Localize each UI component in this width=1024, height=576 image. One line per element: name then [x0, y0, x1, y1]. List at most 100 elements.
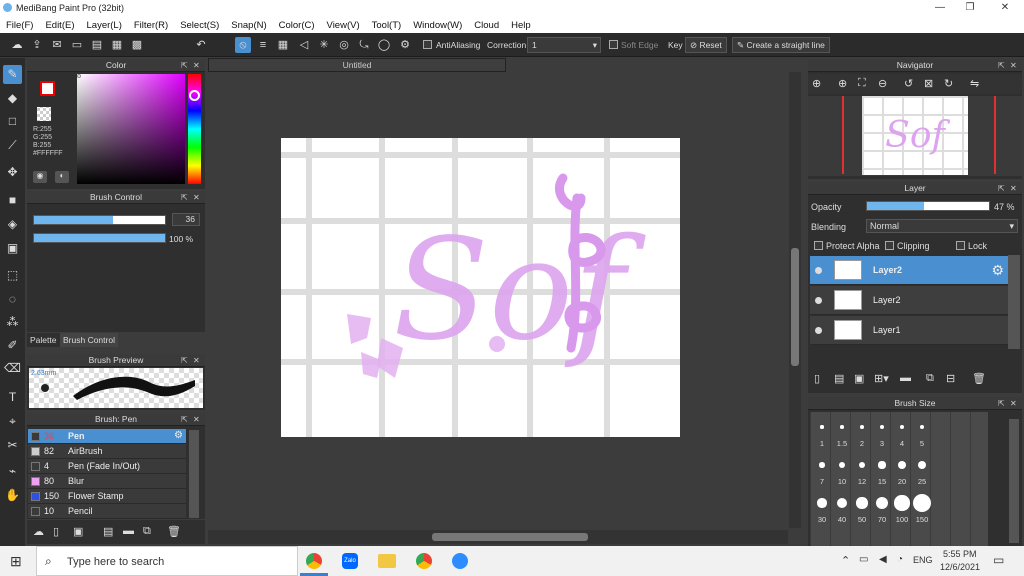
- straight-line-button[interactable]: ✎ Create a straight line: [732, 37, 830, 53]
- rotate-left-icon[interactable]: ↺: [904, 77, 913, 90]
- lasso-tool-icon[interactable]: ◌: [3, 290, 22, 309]
- duplicate-layer-icon[interactable]: ⧉: [926, 372, 934, 385]
- brush-size-scrollbar[interactable]: [1009, 419, 1019, 543]
- menu-snap[interactable]: Snap(N): [225, 20, 272, 31]
- menu-view[interactable]: View(V): [321, 20, 366, 31]
- brush-list-item[interactable]: 10 Pencil: [28, 504, 186, 519]
- zoom-out-icon[interactable]: ⊖: [878, 77, 887, 90]
- document-icon[interactable]: ▤: [89, 37, 105, 53]
- cloud-icon[interactable]: ☁: [9, 37, 25, 53]
- menu-edit[interactable]: Edit(E): [39, 20, 80, 31]
- brush-size-dot[interactable]: [860, 425, 864, 429]
- tab-brush-control[interactable]: Brush Control: [60, 333, 118, 347]
- battery-icon[interactable]: ▭: [859, 554, 868, 565]
- zoom-app-icon[interactable]: [452, 553, 468, 569]
- menu-filter[interactable]: Filter(R): [128, 20, 174, 31]
- delete-layer-icon[interactable]: 🗑: [972, 372, 986, 385]
- brush-size-slider[interactable]: [33, 215, 166, 225]
- main-color-swatch[interactable]: [40, 81, 55, 96]
- brush-list-item[interactable]: 150 Flower Stamp: [28, 489, 186, 504]
- undock-icon[interactable]: ⇱: [181, 413, 188, 426]
- undock-icon[interactable]: ⇱: [181, 59, 188, 72]
- eyedropper-icon[interactable]: ⌁: [3, 462, 22, 481]
- gear-icon[interactable]: ⚙: [174, 430, 183, 441]
- parallel-snap-icon[interactable]: ≡: [255, 37, 271, 53]
- brush-size-dot[interactable]: [819, 462, 825, 468]
- transparent-swatch[interactable]: [37, 107, 51, 121]
- text-tool-icon[interactable]: T: [3, 388, 22, 407]
- brush-list-item[interactable]: 36 Pen ⚙: [28, 429, 186, 444]
- duplicate-icon[interactable]: ⧉: [143, 525, 151, 538]
- zoom-icon[interactable]: ⊕: [812, 77, 821, 90]
- brush-size-dot[interactable]: [820, 425, 824, 429]
- undock-icon[interactable]: ⇱: [181, 354, 188, 367]
- gear-icon[interactable]: ⚙: [991, 262, 1004, 279]
- hue-handle[interactable]: [189, 90, 200, 101]
- tab-untitled[interactable]: Untitled: [208, 58, 506, 72]
- brush-size-dot[interactable]: [894, 495, 910, 511]
- palette-icon[interactable]: ◉: [33, 171, 47, 183]
- color-mode-icon[interactable]: ◐: [55, 171, 69, 183]
- layer-row[interactable]: Layer2: [810, 286, 1008, 315]
- line-tool-icon[interactable]: ⟋: [3, 136, 22, 155]
- menu-tool[interactable]: Tool(T): [366, 20, 408, 31]
- vscroll-thumb[interactable]: [791, 248, 799, 366]
- wifi-icon[interactable]: ◔: [897, 554, 903, 565]
- file-explorer-icon[interactable]: [378, 554, 396, 568]
- maximize-button[interactable]: ❐: [955, 1, 985, 15]
- undock-icon[interactable]: ⇱: [181, 191, 188, 204]
- divide-tool-icon[interactable]: ✂: [3, 436, 22, 455]
- layer-row[interactable]: Layer2 ⚙: [810, 256, 1008, 285]
- taskbar-search[interactable]: ⌕ Type here to search: [36, 546, 298, 576]
- cloud-brush-icon[interactable]: ☁: [33, 525, 44, 538]
- lock-checkbox[interactable]: [956, 241, 965, 250]
- menu-cloud[interactable]: Cloud: [468, 20, 505, 31]
- close-panel-icon[interactable]: ✕: [193, 413, 200, 426]
- snap-settings-icon[interactable]: ⚙: [397, 37, 413, 53]
- move-tool-icon[interactable]: ✥: [3, 163, 22, 182]
- notification-icon[interactable]: ▭: [993, 553, 1004, 567]
- windows-start-icon[interactable]: ⊞: [10, 553, 22, 570]
- menu-layer[interactable]: Layer(L): [81, 20, 128, 31]
- layer-scrollbar[interactable]: [1008, 255, 1020, 349]
- rotate-right-icon[interactable]: ↻: [944, 77, 953, 90]
- zalo-icon[interactable]: Zalo: [342, 553, 358, 569]
- zoom-in-icon[interactable]: ⊕: [838, 77, 847, 90]
- clock-time[interactable]: 5:55 PM: [943, 549, 977, 559]
- flip-icon[interactable]: ⇋: [970, 77, 979, 90]
- circle-snap-icon[interactable]: ◯: [376, 37, 392, 53]
- saturation-value-picker[interactable]: [77, 74, 185, 184]
- reset-view-icon[interactable]: ⊠: [924, 77, 933, 90]
- share-icon[interactable]: ⇪: [29, 37, 45, 53]
- chrome-icon-2[interactable]: [416, 553, 432, 569]
- sv-cursor[interactable]: [77, 74, 81, 78]
- merge-layer-icon[interactable]: ⊟: [946, 372, 955, 385]
- brush-opacity-slider[interactable]: [33, 233, 166, 243]
- tab-palette[interactable]: Palette: [27, 333, 60, 347]
- grid-snap-icon[interactable]: ▦: [275, 37, 291, 53]
- menu-color[interactable]: Color(C): [273, 20, 321, 31]
- undock-icon[interactable]: ⇱: [998, 182, 1005, 195]
- select-eraser-icon[interactable]: ⌫: [3, 359, 22, 378]
- new-8bit-layer-icon[interactable]: ▣: [854, 372, 864, 385]
- brush-list-item[interactable]: 80 Blur: [28, 474, 186, 489]
- chrome-icon[interactable]: [306, 553, 322, 569]
- select-pen-icon[interactable]: ✐: [3, 336, 22, 355]
- bucket-tool-icon[interactable]: ◈: [3, 215, 22, 234]
- undock-icon[interactable]: ⇱: [998, 59, 1005, 72]
- select-tool-icon[interactable]: ⬚: [3, 266, 22, 285]
- speaker-icon[interactable]: ◀: [879, 554, 887, 565]
- page-icon[interactable]: ▭: [69, 37, 85, 53]
- close-panel-icon[interactable]: ✕: [1010, 182, 1017, 195]
- menu-file[interactable]: File(F): [0, 20, 39, 31]
- soft-edge-checkbox[interactable]: [609, 40, 618, 49]
- close-panel-icon[interactable]: ✕: [1010, 59, 1017, 72]
- menu-help[interactable]: Help: [505, 20, 537, 31]
- eraser-tool-icon[interactable]: ◆: [3, 89, 22, 108]
- load-brush-icon[interactable]: ▤: [103, 525, 113, 538]
- undo-icon[interactable]: ↶: [193, 37, 209, 53]
- new-halftone-layer-icon[interactable]: ▤: [834, 372, 844, 385]
- brush-size-dot[interactable]: [898, 461, 906, 469]
- undock-icon[interactable]: ⇱: [998, 397, 1005, 410]
- drawing-canvas[interactable]: Sof: [281, 138, 680, 437]
